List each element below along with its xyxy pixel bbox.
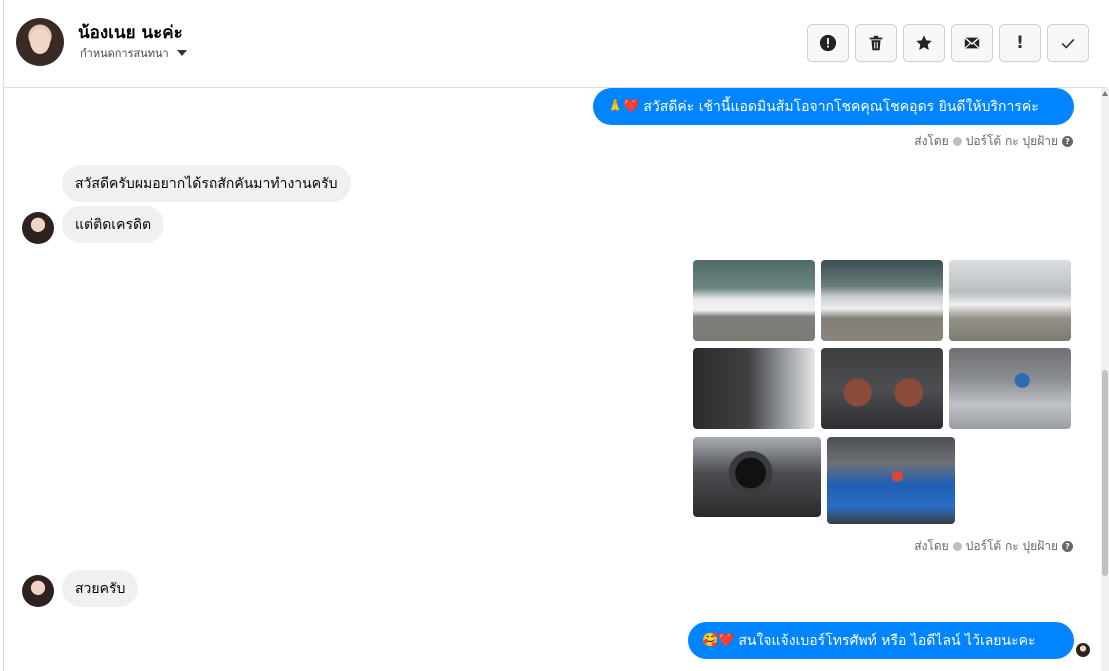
help-icon[interactable]: ?	[1062, 541, 1073, 552]
message-text: สนใจแจ้งเบอร์โทรศัพท์ หรือ ไอดีไลน์ ไว้เ…	[738, 632, 1036, 649]
star-icon	[916, 35, 932, 51]
help-icon[interactable]: ?	[1062, 136, 1073, 147]
incoming-message-bubble[interactable]: แต่ติดเครดิต	[62, 206, 165, 243]
car-photo-front[interactable]	[693, 260, 815, 341]
sent-by-note: ส่งโดย ปอร์โต้ กะ ปุยฝ้าย ?	[914, 132, 1073, 151]
car-photo-front-angle[interactable]	[821, 260, 943, 341]
car-photo-door-interior[interactable]	[693, 348, 815, 429]
checkmark-icon	[1061, 38, 1075, 49]
conversation-settings-label: กำหนดการสนทนา	[80, 47, 169, 60]
sent-by-prefix: ส่งโดย	[914, 134, 949, 148]
sent-by-note: ส่งโดย ปอร์โต้ กะ ปุยฝ้าย ?	[914, 537, 1073, 556]
outgoing-message-bubble[interactable]: 🥰❤️ สนใจแจ้งเบอร์โทรศัพท์ หรือ ไอดีไลน์ …	[688, 622, 1074, 659]
incoming-message-bubble[interactable]: สวัสดีครับผมอยากได้รถสักคันมาทำงานครับ	[62, 165, 351, 202]
car-photo-side[interactable]	[949, 260, 1071, 341]
car-photo-dashboard-gauges[interactable]	[821, 348, 943, 429]
smile-heart-emoji: 🥰❤️	[702, 633, 735, 648]
conversation-header: น้องเนย นะค่ะ กำหนดการสนทนา !	[4, 0, 1107, 88]
contact-avatar[interactable]	[16, 18, 64, 66]
sender-name[interactable]: ปอร์โต้ กะ ปุยฝ้าย	[966, 537, 1058, 556]
exclamation-icon: !	[1016, 33, 1024, 53]
mark-done-button[interactable]	[1047, 24, 1089, 62]
delete-button[interactable]	[855, 24, 897, 62]
message-text: สวัสดีค่ะ เช้านี้แอดมินส้มโอจากโชคคุณโชค…	[643, 98, 1039, 115]
trash-icon	[869, 35, 883, 51]
outgoing-message-bubble[interactable]: 🙏❤️ สวัสดีค่ะ เช้านี้แอดมินส้มโอจากโชคคุ…	[593, 88, 1074, 125]
left-rail	[0, 0, 4, 671]
message-text: สวัสดีครับผมอยากได้รถสักคันมาทำงานครับ	[75, 175, 338, 192]
conversation-settings-dropdown[interactable]: กำหนดการสนทนา	[80, 44, 187, 62]
message-text: แต่ติดเครดิต	[75, 216, 152, 233]
verified-dot-icon	[952, 137, 962, 146]
car-photo-engine-detail[interactable]	[827, 437, 955, 524]
seen-by-avatar	[1076, 643, 1090, 657]
caret-down-icon	[176, 50, 187, 56]
scroll-up-arrow-icon[interactable]	[1102, 91, 1108, 96]
message-text: สวยครับ	[75, 580, 126, 597]
incoming-message-bubble[interactable]: สวยครับ	[62, 570, 139, 607]
alert-circle-icon	[819, 34, 837, 52]
car-photo-engine-bay[interactable]	[949, 348, 1071, 429]
follow-up-button[interactable]: !	[999, 24, 1041, 62]
sent-by-prefix: ส่งโดย	[914, 539, 949, 553]
sender-avatar[interactable]	[22, 575, 54, 607]
contact-name[interactable]: น้องเนย นะค่ะ	[78, 19, 183, 46]
envelope-icon	[964, 37, 980, 49]
car-photo-steering-wheel[interactable]	[693, 437, 821, 517]
sender-avatar[interactable]	[22, 212, 54, 244]
mark-unread-button[interactable]	[951, 24, 993, 62]
mark-spam-button[interactable]	[807, 24, 849, 62]
verified-dot-icon	[952, 542, 962, 551]
pray-heart-emoji: 🙏❤️	[607, 99, 640, 114]
star-button[interactable]	[903, 24, 945, 62]
scrollbar-thumb[interactable]	[1102, 370, 1108, 576]
sender-name[interactable]: ปอร์โต้ กะ ปุยฝ้าย	[966, 132, 1058, 151]
